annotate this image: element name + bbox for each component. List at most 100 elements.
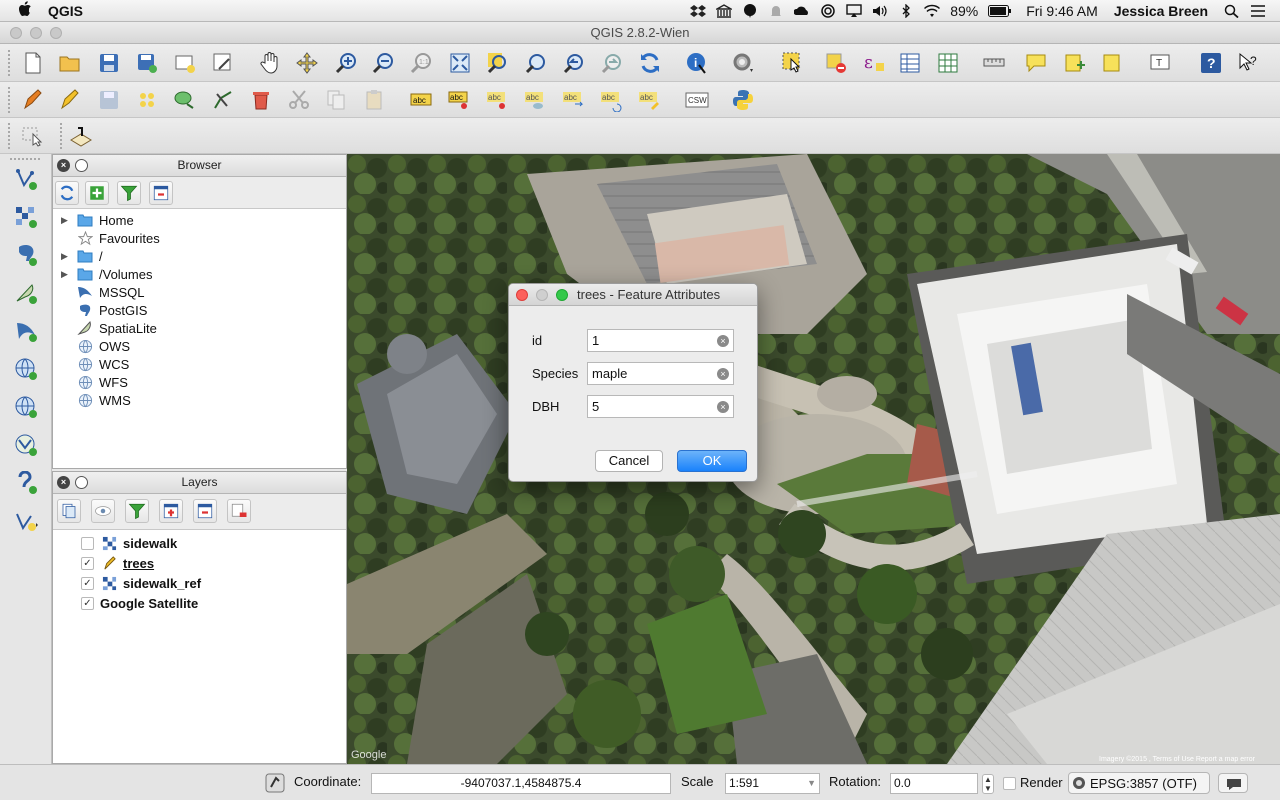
zoom-in-icon[interactable] [333,50,359,76]
zoom-full-icon[interactable] [447,50,473,76]
browser-item[interactable]: Favourites [53,229,346,247]
toolbar-grip[interactable] [8,87,12,113]
close-panel-icon[interactable]: × [57,476,70,489]
layer-row[interactable]: ✓ trees [53,553,346,573]
plugin-digitize-icon[interactable] [68,123,94,149]
browser-item[interactable]: OWS [53,337,346,355]
label-change-icon[interactable]: abc [636,87,662,113]
toolbar-grip[interactable] [8,50,12,76]
refresh-icon[interactable] [637,50,663,76]
deselect-features-icon[interactable] [823,50,849,76]
new-print-composer-icon[interactable] [172,50,198,76]
pan-to-selection-icon[interactable] [294,50,320,76]
coordinate-field[interactable]: -9407037.1,4584875.4 [371,773,671,794]
filter-legend-icon[interactable] [125,499,149,523]
browser-item[interactable]: ▶ Home [53,211,346,229]
pan-hand-icon[interactable] [257,50,283,76]
new-project-icon[interactable] [20,50,46,76]
rotation-spinner-icon[interactable]: ▲ ▼ [982,774,994,794]
dialog-minimize-button[interactable] [536,289,548,301]
identify-features-icon[interactable]: i [684,50,710,76]
airplay-icon[interactable] [846,3,862,18]
measure-line-icon[interactable] [982,50,1008,76]
bluetooth-icon[interactable] [898,2,914,19]
csw-icon[interactable]: CSW [684,87,710,113]
expand-all-icon[interactable] [159,499,183,523]
map-attribution[interactable]: Imagery ©2015 , Terms of Use Report a ma… [1099,755,1256,763]
browser-item[interactable]: WCS [53,355,346,373]
label-tool-icon[interactable]: abc [408,87,434,113]
dialog-zoom-button[interactable] [556,289,568,301]
battery-icon[interactable] [988,4,1012,18]
window-close-button[interactable] [10,27,22,39]
select-by-expression-icon[interactable]: ε [861,50,887,76]
add-spatialite-layer-icon[interactable] [13,280,39,306]
toolbar-grip[interactable] [8,123,12,149]
crs-button[interactable]: EPSG:3857 (OTF) [1068,772,1210,794]
remove-layer-icon[interactable] [227,499,251,523]
ok-button[interactable]: OK [677,450,747,472]
notification-center-icon[interactable] [1250,4,1266,18]
scale-combobox[interactable]: 1:591 ▼ [725,773,820,794]
wifi-icon[interactable] [924,4,941,18]
whats-this-icon[interactable]: ? [1236,50,1262,76]
filter-icon[interactable] [117,181,141,205]
render-checkbox[interactable] [1003,777,1016,790]
layer-row[interactable]: sidewalk [53,533,346,553]
move-feature-icon[interactable] [172,87,198,113]
new-shapefile-layer-icon[interactable] [13,508,39,534]
creative-cloud-icon[interactable] [793,4,810,18]
node-tool-icon[interactable] [210,87,236,113]
user-name[interactable]: Jessica Breen [1114,3,1208,19]
label-rotate-icon[interactable]: abc [598,87,624,113]
browser-item[interactable]: WMS [53,391,346,409]
collapse-all-icon[interactable] [193,499,217,523]
clear-field-icon[interactable]: × [717,368,729,380]
zoom-to-layer-icon[interactable] [523,50,549,76]
layer-styling-icon[interactable] [57,499,81,523]
open-project-icon[interactable] [57,50,83,76]
add-wcs-layer-icon[interactable] [13,394,39,420]
current-edits-icon[interactable] [20,87,46,113]
add-feature-icon[interactable] [134,87,160,113]
toolbar-grip[interactable] [10,158,40,160]
cancel-button[interactable]: Cancel [595,450,663,472]
close-panel-icon[interactable]: × [57,159,70,172]
add-raster-layer-icon[interactable] [13,204,39,230]
window-minimize-button[interactable] [30,27,42,39]
label-show-hide-icon[interactable]: abc [522,87,548,113]
save-layer-edits-icon[interactable] [96,87,122,113]
notification-bell-icon[interactable] [768,4,784,18]
delete-selected-icon[interactable] [248,87,274,113]
zoom-next-icon[interactable] [599,50,625,76]
map-canvas[interactable]: Google Imagery ©2015 , Terms of Use Repo… [347,154,1280,764]
rotation-field[interactable]: 0.0 [890,773,978,794]
clear-field-icon[interactable]: × [717,401,729,413]
expand-arrow-icon[interactable]: ▶ [61,251,71,262]
refresh-icon[interactable] [55,181,79,205]
add-mssql-layer-icon[interactable] [13,318,39,344]
browser-item[interactable]: ▶ / [53,247,346,265]
label-move-icon[interactable]: abc [560,87,586,113]
dbh-input[interactable]: 5 × [587,395,734,418]
app-menu-qgis[interactable]: QGIS [48,3,83,19]
select-features-icon[interactable] [780,50,806,76]
layer-visibility-checkbox[interactable]: ✓ [81,576,94,590]
zoom-native-icon[interactable]: 1:1 [408,50,434,76]
add-wfs-layer-icon[interactable] [13,432,39,458]
attribute-table-icon[interactable] [897,50,923,76]
layer-row[interactable]: ✓ sidewalk_ref [53,573,346,593]
expand-arrow-icon[interactable]: ▶ [61,215,71,226]
window-zoom-button[interactable] [50,27,62,39]
label-pin-icon[interactable]: abc [446,87,472,113]
browser-item[interactable]: MSSQL [53,283,346,301]
cut-features-icon[interactable] [286,87,312,113]
add-vector-layer-icon[interactable] [13,166,39,192]
browser-item[interactable]: ▶ /Volumes [53,265,346,283]
dialog-close-button[interactable] [516,289,528,301]
collapse-all-icon[interactable] [149,181,173,205]
layer-visibility-checkbox[interactable]: ✓ [81,556,94,570]
toggle-editing-icon[interactable] [57,87,83,113]
zoom-out-icon[interactable] [370,50,396,76]
help-contents-icon[interactable]: ? [1198,50,1224,76]
